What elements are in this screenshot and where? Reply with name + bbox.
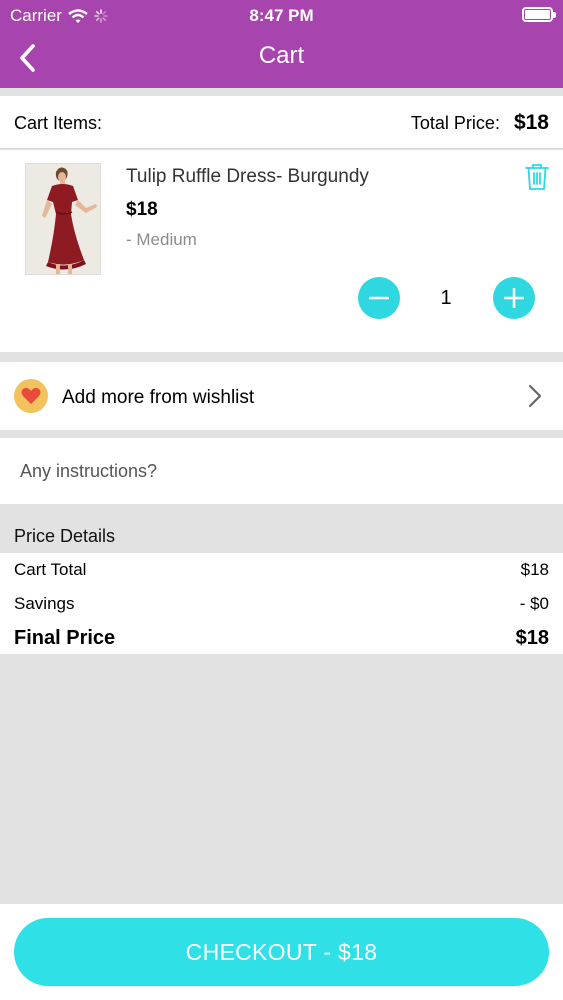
dress-image bbox=[26, 164, 100, 274]
final-price-row: Final Price $18 bbox=[14, 627, 549, 650]
trash-icon bbox=[525, 164, 549, 190]
price-details-heading: Price Details bbox=[14, 526, 116, 546]
total-price-label: Total Price: bbox=[410, 113, 500, 133]
cart-items-label: Cart Items: bbox=[14, 113, 103, 133]
final-price-label: Final Price bbox=[14, 627, 116, 649]
item-variant: - Medium bbox=[126, 230, 197, 249]
heart-icon bbox=[21, 387, 41, 404]
page-title: Cart bbox=[258, 42, 305, 69]
plus-icon bbox=[504, 288, 524, 308]
checkout-footer: CHECKOUT - $18 bbox=[0, 904, 563, 1000]
instructions-input[interactable] bbox=[14, 452, 544, 490]
chevron-right-icon bbox=[528, 384, 542, 408]
minus-icon bbox=[369, 296, 389, 300]
increase-quantity-button[interactable] bbox=[493, 277, 535, 319]
cart-total-value: $18 bbox=[520, 560, 549, 579]
savings-value: - $0 bbox=[519, 594, 549, 613]
price-details: Cart Total $18 Savings - $0 Final Price … bbox=[0, 553, 563, 654]
item-price: $18 bbox=[126, 199, 158, 220]
delete-item-button[interactable] bbox=[525, 163, 549, 191]
total-price-value: $18 bbox=[513, 111, 549, 134]
heart-badge bbox=[14, 379, 48, 413]
navigation-header: Carrier 8:47 PM Cart bbox=[0, 0, 563, 88]
status-bar: Carrier 8:47 PM bbox=[0, 0, 563, 30]
decrease-quantity-button[interactable] bbox=[358, 277, 400, 319]
savings-row: Savings - $0 bbox=[14, 594, 549, 614]
battery-icon bbox=[522, 7, 556, 22]
total-price: Total Price: $18 bbox=[411, 111, 549, 135]
product-image[interactable] bbox=[25, 163, 101, 275]
final-price-value: $18 bbox=[515, 627, 549, 649]
item-name[interactable]: Tulip Ruffle Dress- Burgundy bbox=[126, 166, 369, 188]
add-from-wishlist-row[interactable]: Add more from wishlist bbox=[0, 362, 563, 430]
cart-total-label: Cart Total bbox=[14, 560, 87, 579]
checkout-button[interactable]: CHECKOUT - $18 bbox=[14, 918, 549, 986]
savings-label: Savings bbox=[14, 594, 75, 613]
cart-total-row: Cart Total $18 bbox=[14, 560, 549, 580]
quantity-value: 1 bbox=[440, 287, 452, 309]
wishlist-label: Add more from wishlist bbox=[62, 387, 255, 408]
cart-summary: Cart Items: Total Price: $18 bbox=[0, 96, 563, 149]
instructions-section bbox=[0, 438, 563, 504]
status-time: 8:47 PM bbox=[249, 6, 314, 25]
